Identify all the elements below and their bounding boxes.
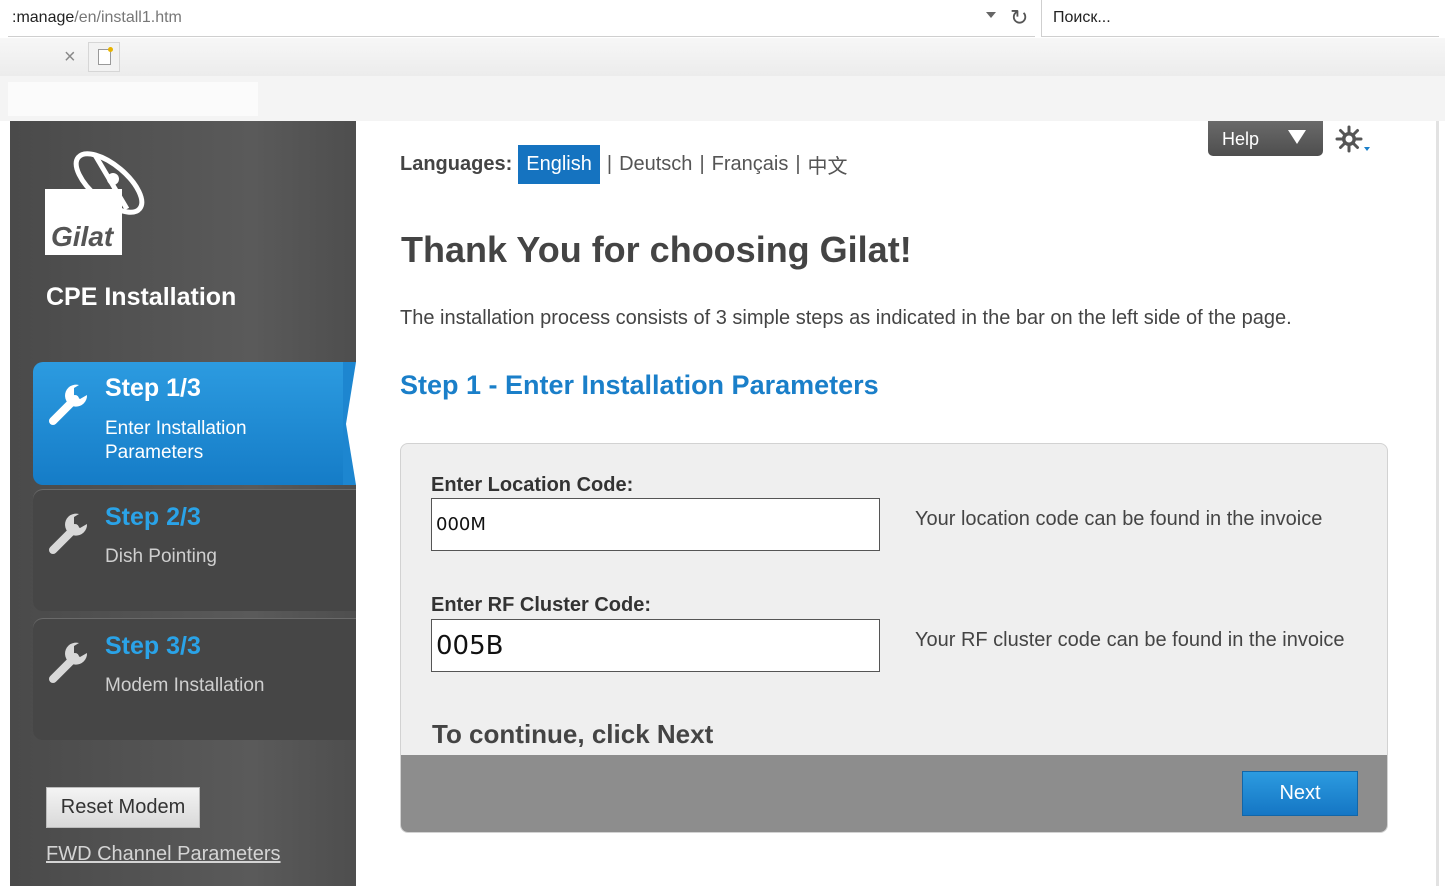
language-separator: | [606, 152, 613, 175]
form-footer: Next [401, 755, 1387, 832]
installation-form: Enter Location Code: Your location code … [400, 443, 1388, 833]
active-step-pointer [343, 362, 356, 485]
reload-icon[interactable]: ↻ [1010, 5, 1028, 31]
new-tab-icon [98, 47, 113, 65]
chevron-down-icon [1288, 130, 1306, 144]
main-content: Languages: English | Deutsch | Français … [356, 121, 1436, 886]
location-code-input[interactable] [431, 498, 880, 551]
address-bar[interactable]: :manage/en/install1.htm ↻ [8, 0, 1035, 37]
language-separator: | [699, 152, 705, 175]
reset-modem-button[interactable]: Reset Modem [46, 787, 200, 828]
language-english[interactable]: English [518, 144, 600, 184]
step-description-line: Parameters [105, 442, 204, 463]
step-title: Step 2/3 [105, 503, 201, 531]
url-path: /en/install1.htm [74, 9, 182, 26]
rf-cluster-code-input[interactable] [431, 619, 880, 672]
url-dropdown-icon[interactable] [986, 12, 996, 18]
wrench-icon [49, 513, 88, 554]
page-border [1436, 121, 1439, 886]
wrench-icon [49, 642, 88, 683]
languages-label: Languages: [400, 152, 513, 175]
wrench-icon [49, 384, 88, 425]
fwd-channel-parameters-link[interactable]: FWD Channel Parameters [46, 843, 281, 866]
next-button[interactable]: Next [1242, 771, 1358, 816]
gilat-logo: Gilat [45, 151, 145, 255]
location-code-hint: Your location code can be found in the i… [915, 508, 1323, 530]
language-francais[interactable]: Français [712, 153, 789, 176]
url-prefix: :manage [12, 9, 75, 26]
search-placeholder: Поиск... [1053, 9, 1111, 26]
settings-gear-icon[interactable] [1334, 123, 1374, 157]
search-input[interactable]: Поиск... [1041, 0, 1439, 37]
language-chinese[interactable]: 中文 [808, 150, 848, 179]
location-code-label: Enter Location Code: [431, 474, 634, 496]
step-title: Step 1/3 [105, 374, 201, 402]
language-deutsch[interactable]: Deutsch [619, 153, 692, 176]
gilat-logo-text: Gilat [51, 221, 115, 252]
step-heading: Step 1 - Enter Installation Parameters [400, 370, 879, 400]
step-title: Step 3/3 [105, 632, 201, 660]
sidebar-step-2[interactable]: Step 2/3 Dish Pointing [33, 489, 356, 611]
page-title: Thank You for choosing Gilat! [401, 229, 912, 270]
intro-text: The installation process consists of 3 s… [400, 307, 1292, 329]
rf-cluster-code-hint: Your RF cluster code can be found in the… [915, 629, 1345, 651]
browser-toolbar: :manage/en/install1.htm ↻ Поиск... [0, 0, 1445, 38]
continue-instruction: To continue, click Next [432, 719, 714, 749]
rf-cluster-code-label: Enter RF Cluster Code: [431, 594, 652, 616]
step-description: Dish Pointing [105, 546, 217, 567]
new-tab-button[interactable] [88, 42, 120, 72]
help-button[interactable]: Help [1208, 121, 1323, 156]
step-description: Enter Installation Parameters [105, 417, 247, 465]
step-description: Modem Installation [105, 675, 265, 696]
tab-strip: × [0, 38, 1445, 76]
language-separator: | [795, 152, 801, 175]
sidebar-step-3[interactable]: Step 3/3 Modem Installation [33, 618, 356, 740]
language-selector: Languages: English | Deutsch | Français … [400, 144, 848, 184]
step-description-line: Enter Installation [105, 418, 247, 439]
help-label: Help [1222, 129, 1260, 149]
close-icon[interactable]: × [64, 46, 76, 68]
bookmarks-bar-field [8, 82, 258, 116]
sidebar: Gilat CPE Installation Step 1/3 Enter In… [10, 121, 356, 886]
url-text: :manage/en/install1.htm [12, 9, 182, 27]
sidebar-step-1[interactable]: Step 1/3 Enter Installation Parameters [33, 362, 356, 485]
sidebar-title: CPE Installation [46, 283, 237, 311]
